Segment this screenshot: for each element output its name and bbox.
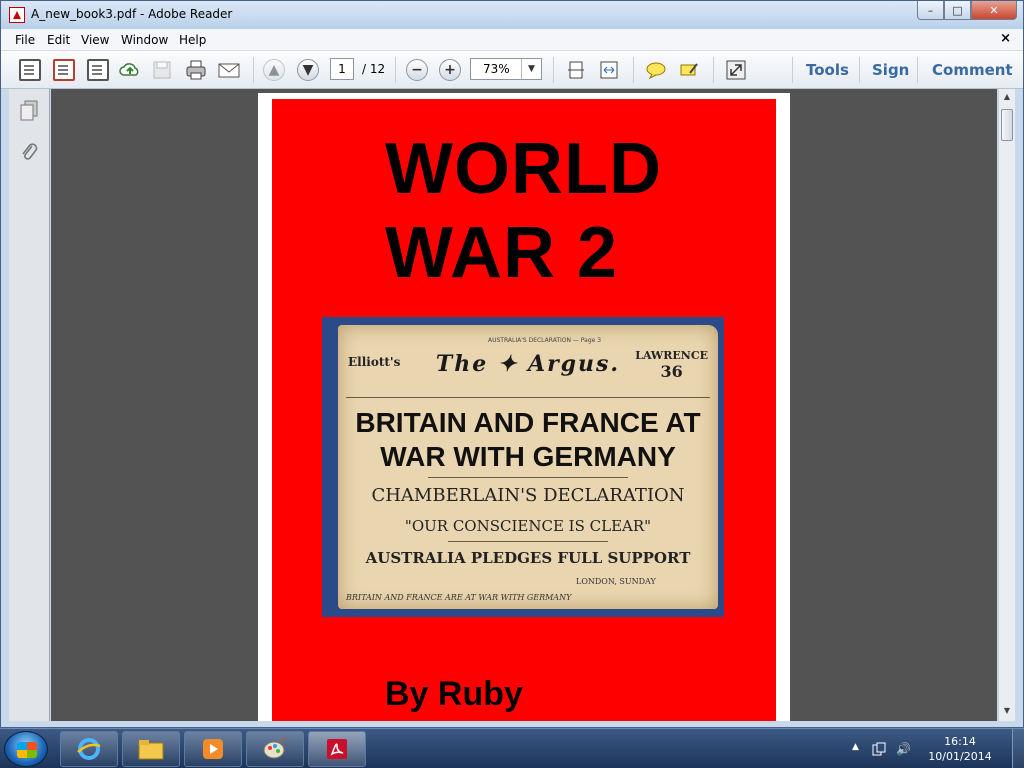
page-total: / 12 [362,62,386,76]
edit-document-icon[interactable] [87,59,109,81]
toolbar-separator [633,57,634,83]
show-hidden-icons-button[interactable]: ▲ [852,742,859,752]
taskbar: ▲ 🔊 16:14 10/01/2014 [0,728,1024,768]
page-thumbnails-icon[interactable] [19,99,39,121]
attachments-icon[interactable] [19,141,39,163]
cover-author: By Ruby [385,675,523,713]
menu-help[interactable]: Help [179,33,206,47]
newspaper-dateline: LONDON, SUNDAY [576,577,656,586]
internet-explorer-taskbar-icon[interactable] [60,731,118,767]
adobe-reader-taskbar-icon[interactable] [308,731,366,767]
window-controls: – □ ✕ [917,1,1017,21]
newspaper-masthead: The ✦ Argus. [435,351,621,377]
newspaper-headline-2: WAR WITH GERMANY [380,441,676,472]
paint-taskbar-icon[interactable] [246,731,304,767]
page-number-input[interactable]: 1 [330,58,354,80]
cloud-upload-icon[interactable] [119,59,141,81]
scroll-up-button[interactable]: ▲ [999,89,1015,105]
clock-date: 10/01/2014 [928,750,992,763]
page-cover: WORLD WAR 2 AUSTRALIA'S DECLARATION — Pa… [272,99,776,721]
network-icon[interactable] [872,742,886,759]
toolbar-separator [713,57,714,83]
clock-time: 16:14 [944,735,976,748]
cover-heading-line1: WORLD [385,129,662,209]
pdf-app-icon [9,7,25,23]
show-desktop-button[interactable] [1012,729,1024,768]
newspaper-headline-1: BRITAIN AND FRANCE AT [355,407,701,438]
newspaper-topline: AUSTRALIA'S DECLARATION — Page 3 [488,337,602,344]
fit-width-icon[interactable] [598,59,620,81]
cover-heading: WORLD WAR 2 [385,127,662,295]
highlight-icon[interactable] [678,59,700,81]
menu-view[interactable]: View [81,33,109,47]
vertical-scrollbar[interactable]: ▲ ▼ [998,89,1015,721]
newspaper-image: AUSTRALIA'S DECLARATION — Page 3 Elliott… [322,317,724,617]
newspaper-ad-right: LAWRENCE 36 [635,349,708,381]
menu-window[interactable]: Window [121,33,168,47]
zoom-in-button[interactable]: + [439,59,461,81]
create-pdf-icon[interactable] [53,59,75,81]
zoom-out-button[interactable]: − [406,59,428,81]
toolbar-separator [859,57,860,83]
close-document-button[interactable]: × [1000,31,1011,46]
next-page-button[interactable]: ▼ [297,59,319,81]
document-canvas[interactable]: WORLD WAR 2 AUSTRALIA'S DECLARATION — Pa… [51,89,997,721]
open-file-icon[interactable] [19,59,41,81]
newspaper-rule [346,397,710,398]
newspaper-subhead-1: CHAMBERLAIN'S DECLARATION [371,485,685,506]
newspaper-footer: BRITAIN AND FRANCE ARE AT WAR WITH GERMA… [346,593,572,602]
tools-pane-button[interactable]: Tools [806,61,849,79]
chevron-down-icon[interactable]: ▼ [521,59,541,79]
cover-heading-line2: WAR 2 [385,213,619,293]
toolbar-separator [395,57,396,83]
media-player-taskbar-icon[interactable] [184,731,242,767]
title-bar[interactable]: A_new_book3.pdf - Adobe Reader – □ ✕ [1,1,1023,29]
pdf-page: WORLD WAR 2 AUSTRALIA'S DECLARATION — Pa… [258,93,790,721]
newspaper-ad-right-price: 36 [660,362,683,381]
newspaper-subhead-2: "OUR CONSCIENCE IS CLEAR" [404,517,652,535]
minimize-button[interactable]: – [917,1,944,20]
maximize-button[interactable]: □ [944,1,971,20]
toolbar-separator [253,57,254,83]
newspaper-page: AUSTRALIA'S DECLARATION — Page 3 Elliott… [338,325,718,609]
menu-file[interactable]: File [15,33,35,47]
scrollbar-thumb[interactable] [1001,109,1013,141]
print-icon[interactable] [185,59,207,81]
fullscreen-icon[interactable] [725,59,747,81]
save-icon[interactable] [151,59,173,81]
previous-page-button[interactable]: ▲ [263,59,285,81]
menu-edit[interactable]: Edit [47,33,70,47]
window-title: A_new_book3.pdf - Adobe Reader [31,7,233,21]
newspaper-subhead-3: AUSTRALIA PLEDGES FULL SUPPORT [365,549,691,567]
email-icon[interactable] [217,59,240,81]
volume-icon[interactable]: 🔊 [896,742,911,756]
system-clock[interactable]: 16:14 10/01/2014 [920,734,1000,764]
zoom-select[interactable]: 73% ▼ [470,58,542,80]
zoom-value: 73% [483,62,510,76]
sign-pane-button[interactable]: Sign [872,61,909,79]
newspaper-rule [428,477,628,478]
scroll-down-button[interactable]: ▼ [999,703,1015,719]
start-button[interactable] [4,731,48,767]
toolbar-separator [792,57,793,83]
close-button[interactable]: ✕ [971,1,1017,20]
comment-pane-button[interactable]: Comment [932,61,1013,79]
newspaper-rule [448,541,608,542]
file-explorer-taskbar-icon[interactable] [122,731,180,767]
newspaper-ad-right-name: LAWRENCE [635,349,708,362]
menu-bar: File Edit View Window Help × [1,29,1023,51]
adobe-reader-window: A_new_book3.pdf - Adobe Reader – □ ✕ Fil… [0,0,1024,728]
newspaper-ad-left: Elliott's [348,355,401,369]
toolbar-separator [917,57,918,83]
comment-icon[interactable] [645,59,667,81]
navigation-pane [9,89,50,721]
toolbar-separator [553,57,554,83]
fit-page-icon[interactable] [565,59,587,81]
